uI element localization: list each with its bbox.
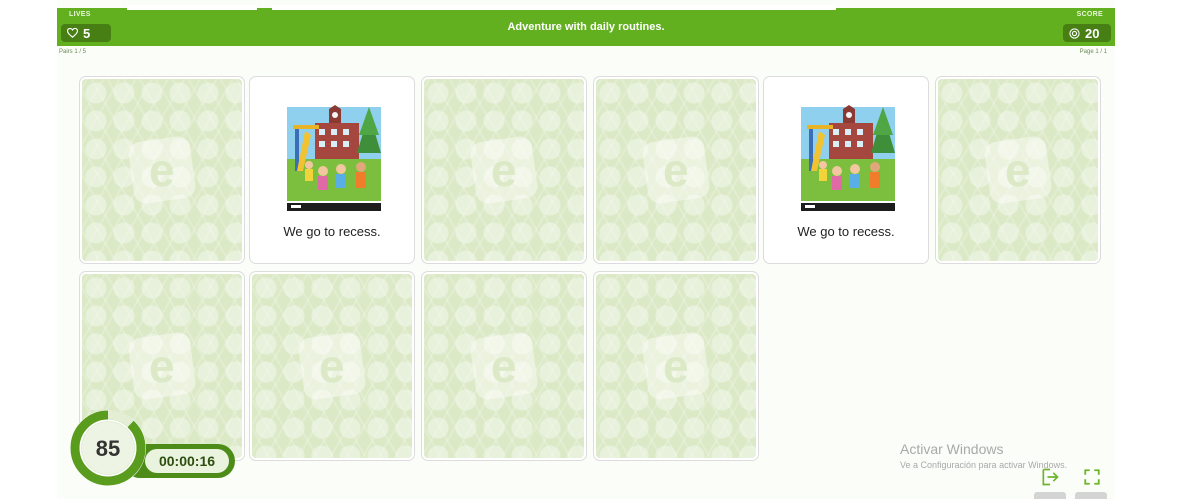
card-logo-icon: e <box>126 330 198 402</box>
card-logo-letter: e <box>491 144 517 196</box>
bottom-tab <box>1034 492 1066 499</box>
card-logo-letter: e <box>149 144 175 196</box>
page-counter: Page 1 / 1 <box>1079 49 1107 55</box>
game-title: Adventure with daily routines. <box>507 21 665 33</box>
card-caption: We go to recess. <box>797 224 895 239</box>
memory-card-hidden[interactable]: e <box>422 77 586 263</box>
recess-illustration <box>799 105 897 213</box>
card-logo-icon: e <box>468 134 540 206</box>
card-logo-icon: e <box>468 330 540 402</box>
elapsed-time: 00:00:16 <box>145 449 229 473</box>
card-logo-letter: e <box>319 340 345 392</box>
memory-card-hidden[interactable]: e <box>422 272 586 460</box>
memory-card-hidden[interactable]: e <box>80 77 244 263</box>
round-score: 85 <box>95 436 121 461</box>
top-bar-notch <box>272 5 836 10</box>
card-logo-icon: e <box>982 134 1054 206</box>
card-logo-letter: e <box>1005 144 1031 196</box>
card-caption: We go to recess. <box>283 224 381 239</box>
top-bar-notch <box>127 5 257 10</box>
score-badge: 20 <box>1063 24 1111 42</box>
timer-widget: 00:00:16 85 <box>68 408 243 492</box>
card-logo-icon: e <box>126 134 198 206</box>
card-logo-letter: e <box>663 340 689 392</box>
card-logo-icon: e <box>296 330 368 402</box>
score-value: 20 <box>1085 25 1100 41</box>
memory-card-revealed[interactable]: We go to recess. <box>250 77 414 263</box>
card-logo-icon: e <box>640 134 712 206</box>
memory-card-hidden[interactable]: e <box>594 272 758 460</box>
card-logo-letter: e <box>663 144 689 196</box>
recess-illustration <box>285 105 383 213</box>
score-label: SCORE <box>1076 11 1103 18</box>
coin-icon <box>1069 27 1080 39</box>
card-logo-letter: e <box>149 340 175 392</box>
exit-icon <box>1042 468 1059 486</box>
memory-card-hidden[interactable]: e <box>250 272 414 460</box>
memory-card-hidden[interactable]: e <box>936 77 1100 263</box>
top-bar: LIVES 5 Adventure with daily routines. S… <box>57 5 1115 46</box>
memory-card-hidden[interactable]: e <box>594 77 758 263</box>
exit-button[interactable] <box>1035 463 1065 491</box>
card-logo-icon: e <box>640 330 712 402</box>
pairs-counter: Pairs 1 / 5 <box>59 49 87 55</box>
card-logo-letter: e <box>491 340 517 392</box>
fullscreen-icon <box>1084 469 1100 485</box>
bottom-tab <box>1075 492 1107 499</box>
watermark-title: Activar Windows <box>900 441 1004 457</box>
lives-label: LIVES <box>69 11 91 18</box>
memory-card-revealed[interactable]: We go to recess. <box>764 77 928 263</box>
fullscreen-button[interactable] <box>1077 463 1107 491</box>
